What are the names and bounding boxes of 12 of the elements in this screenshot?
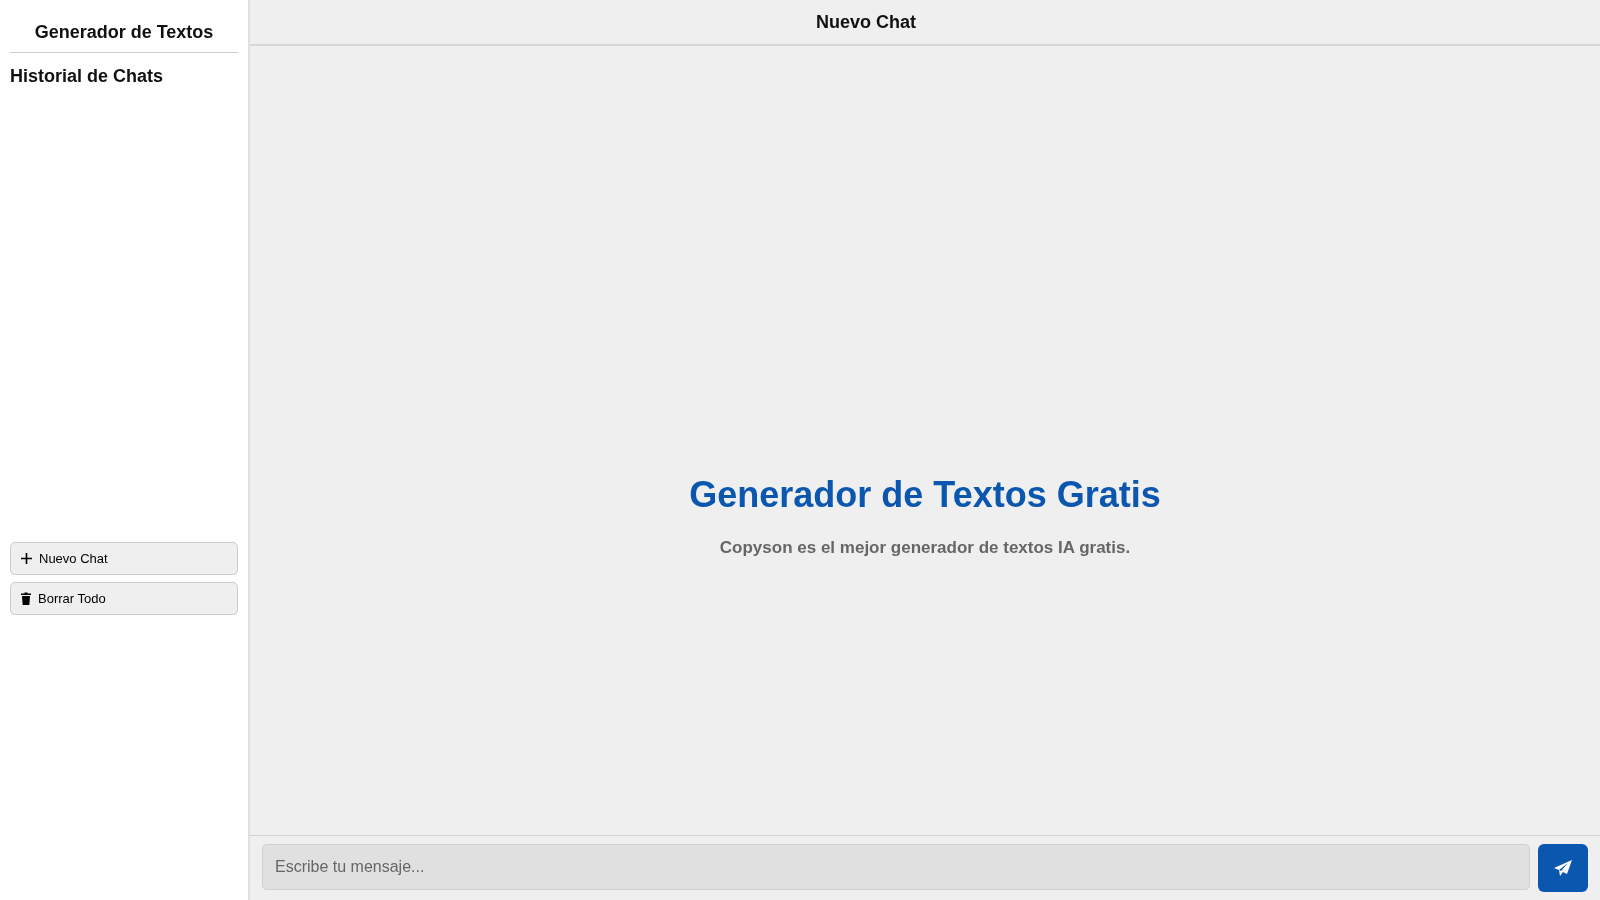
send-button[interactable] [1538,844,1588,892]
trash-icon [21,592,31,605]
paper-plane-icon [1553,859,1573,877]
message-input-field[interactable]: Escribe tu mensaje... [262,844,1530,890]
plus-icon [21,553,32,564]
history-heading: Historial de Chats [10,65,165,87]
chat-title: Nuevo Chat [816,11,916,33]
app-title: Generador de Textos [10,0,238,53]
hero-subtitle: Copyson es el mejor generador de textos IA gratis. [719,537,1131,558]
new-chat-button[interactable]: Nuevo Chat [10,542,238,575]
hero-title: Generador de Textos Gratis [689,473,1161,516]
delete-all-button[interactable]: Borrar Todo [10,582,238,615]
